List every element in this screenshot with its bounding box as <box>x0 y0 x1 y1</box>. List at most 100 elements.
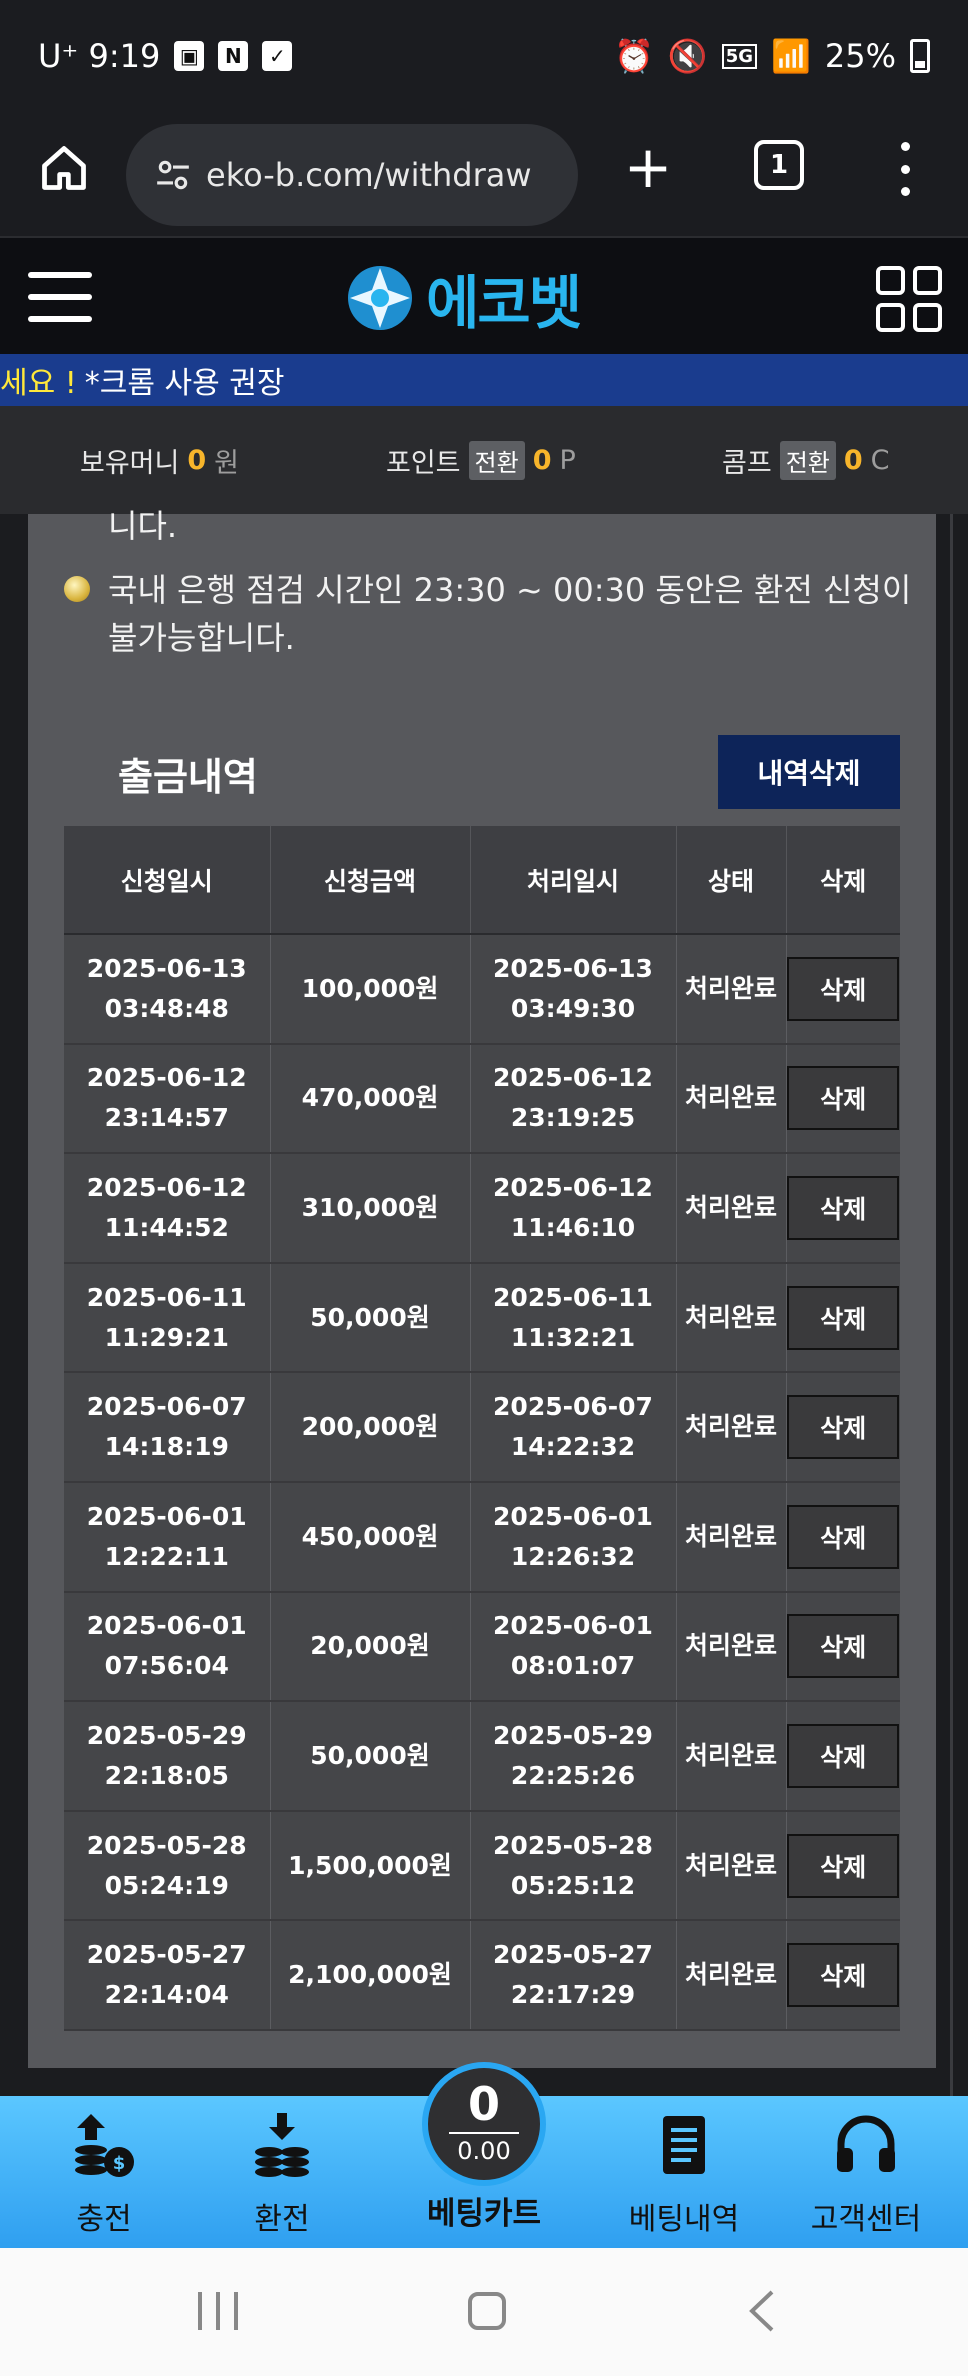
alarm-icon: ⏰ <box>614 37 654 75</box>
row-delete-button[interactable]: 삭제 <box>787 1066 900 1131</box>
menu-dot-icon <box>900 142 910 151</box>
nav-withdraw-label: 환전 <box>254 2202 310 2237</box>
balance-unit: 원 <box>214 447 240 479</box>
status-cell: 처리완료 <box>676 1591 787 1703</box>
request-datetime-cell: 2025-06-12 11:44:52 <box>64 1153 271 1264</box>
processed-date: 2025-05-27 <box>493 1940 653 1970</box>
request-date: 2025-06-01 <box>86 1501 247 1531</box>
grid-cell-icon <box>876 266 905 295</box>
hamburger-line <box>28 294 92 300</box>
betting-cart-button[interactable]: 0 0.00 <box>422 2062 546 2186</box>
battery-icon <box>910 39 930 73</box>
table-row: 2025-06-11 11:29:21 50,000원 2025-06-11 11:32… <box>64 1262 900 1374</box>
recent-apps-button[interactable] <box>198 2292 238 2330</box>
row-delete-button[interactable]: 삭제 <box>787 1614 900 1679</box>
marquee-highlight: 세요 ! <box>0 366 77 401</box>
table-row: 2025-05-27 22:14:04 2,100,000원 2025-05-27 22… <box>64 1920 900 2031</box>
site-settings-icon[interactable] <box>154 156 192 194</box>
cart-label[interactable]: 베팅카트 <box>400 2188 568 2233</box>
amount-cell: 450,000원 <box>270 1481 471 1593</box>
col-header-delete: 삭제 <box>786 826 900 935</box>
table-row: 2025-06-01 07:56:04 20,000원 2025-06-01 08:01… <box>64 1591 900 1703</box>
nav-support-label: 고객센터 <box>810 2202 922 2237</box>
row-delete-button[interactable]: 삭제 <box>787 956 900 1021</box>
naver-icon: N <box>218 41 249 71</box>
status-cell: 처리완료 <box>676 934 787 1045</box>
delete-cell: 삭제 <box>786 1920 900 2031</box>
home-icon <box>42 146 86 190</box>
row-delete-button[interactable]: 삭제 <box>787 1285 900 1350</box>
processed-time: 08:01:07 <box>510 1651 636 1681</box>
receipt-icon <box>663 2116 705 2174</box>
status-left: U⁺ 9:19 ▣ N ✓ <box>38 37 293 75</box>
row-delete-button[interactable]: 삭제 <box>787 1833 900 1898</box>
row-delete-button[interactable]: 삭제 <box>787 1175 900 1240</box>
row-delete-button[interactable]: 삭제 <box>787 1395 900 1460</box>
processed-time: 14:22:32 <box>510 1432 636 1462</box>
svg-text:$: $ <box>113 2153 126 2174</box>
row-delete-button[interactable]: 삭제 <box>787 1504 900 1569</box>
request-time: 05:24:19 <box>104 1870 229 1900</box>
request-datetime-cell: 2025-06-01 12:22:11 <box>64 1481 271 1593</box>
request-date: 2025-06-13 <box>86 953 247 983</box>
nav-withdraw[interactable]: 환전 <box>202 2110 362 2238</box>
processed-datetime-cell: 2025-06-13 03:49:30 <box>470 934 677 1045</box>
delete-history-button[interactable]: 내역삭제 <box>718 735 900 809</box>
nav-bet-history-label: 베팅내역 <box>628 2202 740 2237</box>
processed-time: 23:19:25 <box>510 1103 636 1133</box>
delete-cell: 삭제 <box>786 1043 900 1155</box>
request-time: 11:29:21 <box>104 1322 229 1352</box>
processed-datetime-cell: 2025-06-12 11:46:10 <box>470 1153 677 1264</box>
comp-convert-button[interactable]: 전환 <box>779 440 836 480</box>
status-cell: 처리완료 <box>676 1701 787 1812</box>
point-convert-button[interactable]: 전환 <box>468 440 525 480</box>
col-header-processed-date: 처리일시 <box>470 826 677 935</box>
tab-switcher-button[interactable]: 1 <box>754 140 804 190</box>
signal-icon: 📶 <box>771 37 811 75</box>
request-time: 12:22:11 <box>104 1541 229 1571</box>
delete-cell: 삭제 <box>786 1591 900 1703</box>
request-date: 2025-06-01 <box>86 1611 247 1641</box>
processed-date: 2025-05-29 <box>493 1720 653 1750</box>
system-home-button[interactable] <box>468 2292 506 2330</box>
status-cell: 처리완료 <box>676 1920 787 2031</box>
nav-support[interactable]: 고객센터 <box>786 2110 946 2238</box>
processed-time: 03:49:30 <box>510 993 636 1023</box>
balance-value: 0 <box>187 444 207 476</box>
processed-date: 2025-06-01 <box>493 1611 653 1641</box>
marquee-text: *크롬 사용 권장 <box>84 366 285 401</box>
home-button[interactable] <box>34 138 94 198</box>
status-cell: 처리완료 <box>676 1810 787 1922</box>
hamburger-menu-button[interactable] <box>28 272 92 322</box>
request-date: 2025-06-12 <box>86 1172 247 1202</box>
site-logo[interactable]: 에코벳 <box>346 258 622 338</box>
new-tab-button[interactable]: + <box>616 136 680 200</box>
request-datetime-cell: 2025-05-27 22:14:04 <box>64 1920 271 2031</box>
row-delete-button[interactable]: 삭제 <box>787 1943 900 2008</box>
apps-grid-button[interactable] <box>876 266 942 332</box>
col-header-request-date: 신청일시 <box>64 826 271 935</box>
nav-bet-history[interactable]: 베팅내역 <box>604 2110 764 2238</box>
notice-marquee: 세요 ! *크롬 사용 권장 <box>0 354 968 406</box>
check-icon: ✓ <box>262 41 293 71</box>
nav-deposit[interactable]: $ 충전 <box>24 2110 184 2238</box>
browser-menu-button[interactable] <box>888 134 922 204</box>
scrollbar-track[interactable] <box>950 514 953 2096</box>
processed-datetime-cell: 2025-06-01 08:01:07 <box>470 1591 677 1703</box>
back-button[interactable] <box>744 2288 780 2334</box>
delete-cell: 삭제 <box>786 1262 900 1374</box>
delete-cell: 삭제 <box>786 1701 900 1812</box>
status-right: ⏰ 🔇 5G 📶 25% <box>614 37 930 75</box>
address-bar[interactable]: eko-b.com/withdraw <box>126 124 578 226</box>
balance-info: 보유머니 0 원 <box>80 441 239 480</box>
processed-datetime-cell: 2025-06-11 11:32:21 <box>470 1262 677 1374</box>
processed-time: 22:25:26 <box>510 1760 636 1790</box>
request-time: 23:14:57 <box>104 1103 229 1133</box>
comp-value: 0 <box>843 444 863 476</box>
grid-cell-icon <box>876 303 905 332</box>
amount-cell: 50,000원 <box>270 1701 471 1812</box>
menu-dot-icon <box>900 164 910 174</box>
processed-date: 2025-06-12 <box>493 1172 653 1202</box>
row-delete-button[interactable]: 삭제 <box>787 1723 900 1788</box>
delete-cell: 삭제 <box>786 1372 900 1483</box>
